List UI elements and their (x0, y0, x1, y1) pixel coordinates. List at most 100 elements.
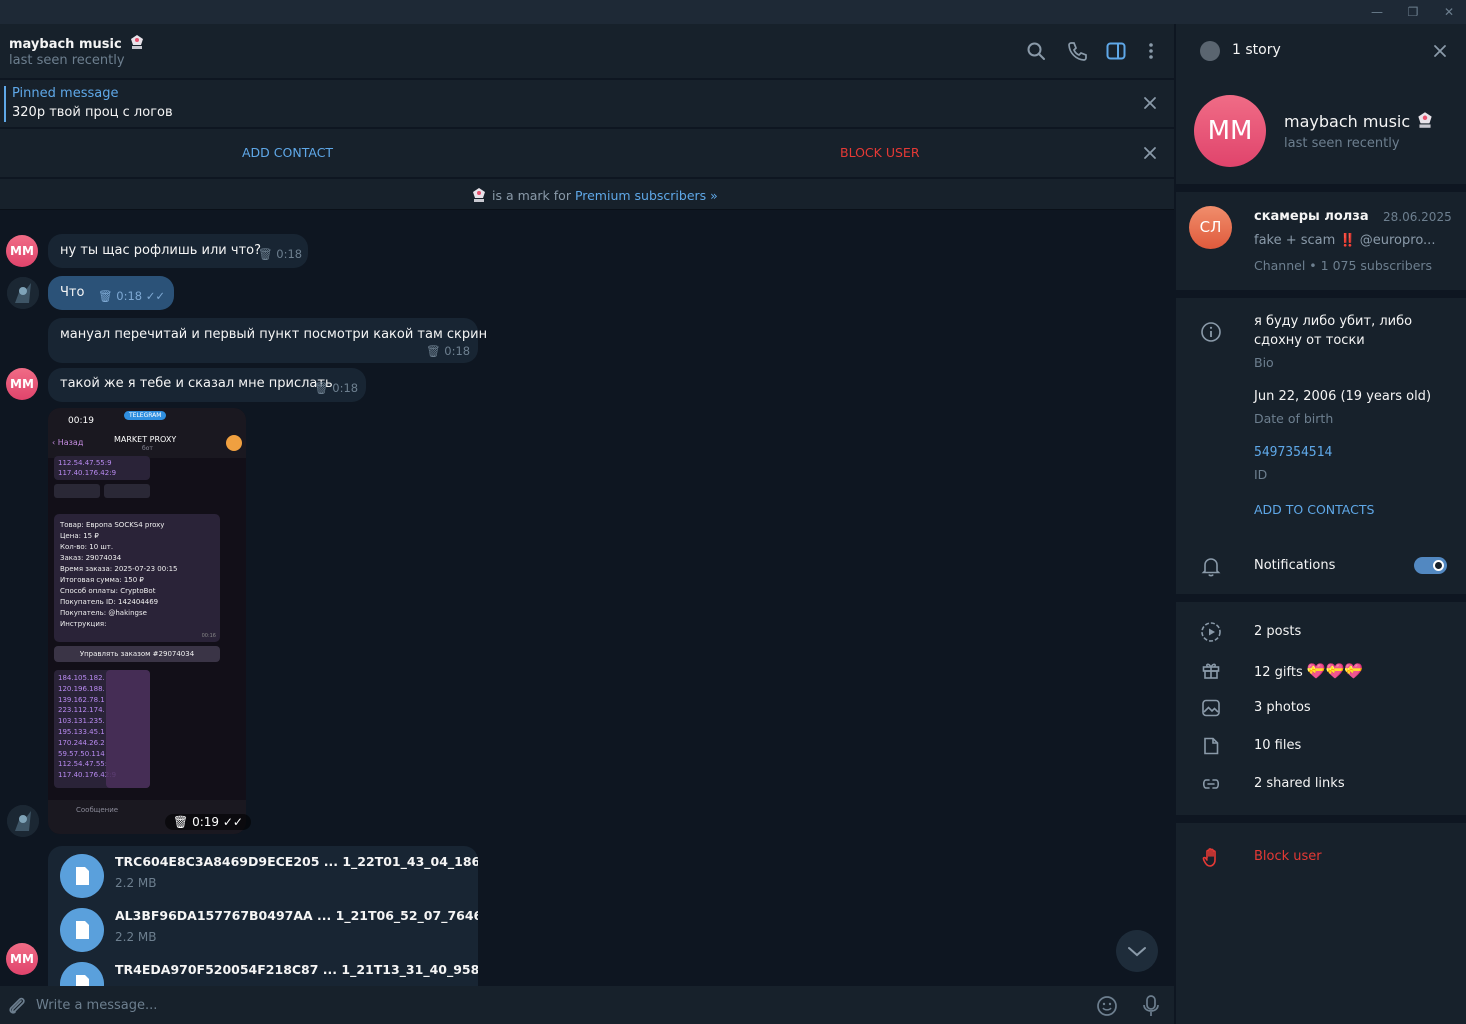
emoji-icon[interactable] (1096, 995, 1118, 1017)
file-row[interactable]: TRC604E8C3A8469D9ECE205 ... 1_22T01_43_0… (48, 848, 478, 902)
user-id-label: ID (1254, 467, 1268, 482)
order-line: Покупатель: @hakingse (60, 609, 147, 617)
message-text: Что (60, 285, 85, 300)
telegram-badge: TELEGRAM (124, 411, 167, 420)
ip-item: 117.40.176.42:9 (58, 469, 117, 477)
message-time: 🗑 0:18 (426, 344, 471, 358)
scroll-down-button[interactable] (1116, 930, 1158, 972)
avatar[interactable]: MM (6, 943, 38, 975)
files-item[interactable]: 10 files (1254, 738, 1301, 753)
back-label: Назад (57, 438, 84, 447)
own-avatar[interactable] (7, 805, 39, 837)
minimize-button[interactable]: — (1359, 2, 1395, 22)
order-card: Товар: Европа SOCKS4 proxy Цена: 15 ₽ Ко… (54, 514, 220, 642)
document-icon[interactable] (60, 854, 104, 898)
file-name: TRC604E8C3A8469D9ECE205 ... 1_22T01_43_0… (115, 854, 478, 869)
shared-links-item[interactable]: 2 shared links (1254, 776, 1345, 791)
section-divider (1176, 184, 1466, 192)
close-pinned-icon[interactable] (1142, 95, 1158, 111)
file-size: 2.2 MB (115, 876, 157, 890)
order-line: Способ оплаты: CryptoBot (60, 587, 156, 595)
order-line: Товар: Европа SOCKS4 proxy (60, 521, 165, 529)
section-divider (1176, 815, 1466, 823)
ip-item: 112.54.47.55:9 (58, 459, 112, 467)
bot-buttons-row (54, 484, 150, 500)
order-line: Инструкция: (60, 620, 107, 628)
screenshot-photo[interactable]: 00:19 TELEGRAM ‹ Назад MARKET PROXY бот … (48, 408, 246, 834)
profile-avatar[interactable]: MM (1194, 95, 1266, 167)
premium-emoji-status-icon (131, 35, 144, 49)
document-icon[interactable] (60, 962, 104, 986)
message-bubble[interactable]: мануал перечитай и первый пункт посмотри… (48, 318, 487, 363)
add-contact-button[interactable]: ADD CONTACT (242, 145, 333, 160)
channel-avatar: СЛ (1189, 206, 1232, 249)
attach-icon[interactable] (6, 995, 28, 1017)
pinned-message[interactable]: Pinned message 320р твой проц с логов (0, 79, 1174, 127)
time-label: 0:19 (192, 815, 220, 829)
chat-header[interactable]: maybach music last seen recently (0, 24, 1174, 78)
restore-button[interactable]: ❐ (1395, 2, 1431, 22)
message-time: 🗑 0:18 (314, 381, 359, 395)
photos-item[interactable]: 3 photos (1254, 700, 1311, 715)
microphone-icon[interactable] (1140, 994, 1162, 1018)
story-avatar[interactable] (1200, 41, 1220, 61)
more-options-icon[interactable] (1140, 40, 1162, 62)
message-text: ну ты щас рофлишь или что? (60, 243, 261, 258)
time-label: 0:18 (276, 247, 303, 261)
block-user-button[interactable]: BLOCK USER (840, 145, 920, 160)
phone-clock: 00:19 (68, 416, 94, 426)
sidebar-toggle-icon[interactable] (1105, 40, 1127, 62)
notifications-toggle[interactable] (1414, 557, 1447, 574)
bio-text-line1: я буду либо убит, либо (1254, 314, 1413, 329)
ip-list-top: 112.54.47.55:9 117.40.176.42:9 (54, 456, 150, 480)
pinned-text: 320р твой проц с логов (12, 105, 173, 120)
message-bubble[interactable]: ну ты щас рофлишь или что? 🗑 0:18 (48, 234, 308, 268)
add-to-contacts-button[interactable]: ADD TO CONTACTS (1254, 502, 1374, 517)
avatar[interactable]: MM (6, 368, 38, 400)
birth-date-label: Date of birth (1254, 411, 1334, 426)
file-row[interactable]: TR4EDA970F520054F218C87 ... 1_21T13_31_4… (48, 956, 478, 986)
gifts-item[interactable]: 12 gifts 💝💝💝 (1254, 662, 1363, 680)
search-icon[interactable] (1025, 40, 1047, 62)
window-close-button[interactable]: ✕ (1431, 2, 1466, 22)
file-message[interactable]: TRC604E8C3A8469D9ECE205 ... 1_22T01_43_0… (48, 846, 478, 986)
order-time: 00:16 (201, 633, 216, 639)
message-bubble[interactable]: такой же я тебе и сказал мне прислать 🗑 … (48, 368, 366, 402)
posts-item[interactable]: 2 posts (1254, 624, 1301, 639)
premium-subscribers-link[interactable]: Premium subscribers » (575, 188, 718, 203)
profile-name: maybach music (1284, 110, 1435, 131)
premium-emoji-status-icon (473, 188, 485, 202)
stories-count[interactable]: 1 story (1232, 42, 1281, 58)
chat-title: maybach music (9, 33, 146, 52)
bot-title: MARKET PROXY (114, 435, 177, 444)
profile-status: last seen recently (1284, 136, 1400, 151)
phone-input-placeholder: Сообщение (76, 806, 119, 814)
chat-panel: maybach music last seen recently Pinned … (0, 24, 1174, 1024)
close-sidebar-icon[interactable] (1432, 43, 1448, 59)
file-row[interactable]: AL3BF96DA157767B0497AA ... 1_21T06_52_07… (48, 902, 478, 956)
order-line: Итоговая сумма: 150 ₽ (60, 576, 144, 584)
message-bubble[interactable]: Что 🗑 0:18 ✓✓ (48, 276, 174, 310)
phone-icon[interactable] (1066, 40, 1088, 62)
message-input[interactable] (36, 992, 1076, 1018)
notifications-label: Notifications (1254, 558, 1336, 573)
link-icon (1202, 779, 1220, 789)
channel-name: скамеры лолза (1254, 209, 1369, 224)
close-action-bar-icon[interactable] (1142, 145, 1158, 161)
file-name: AL3BF96DA157767B0497AA ... 1_21T06_52_07… (115, 908, 478, 923)
channel-meta: Channel • 1 075 subscribers (1254, 258, 1433, 273)
message-time: 🗑 0:18 (258, 247, 303, 261)
order-line: Цена: 15 ₽ (60, 532, 99, 540)
order-line: Покупатель ID: 142404469 (60, 598, 159, 606)
stories-icon (1201, 622, 1221, 642)
own-avatar[interactable] (7, 277, 39, 309)
user-id-value[interactable]: 5497354514 (1254, 445, 1332, 460)
toggle-knob (1433, 560, 1444, 571)
block-user-sidebar-button[interactable]: Block user (1254, 849, 1322, 864)
avatar[interactable]: MM (6, 235, 38, 267)
personal-channel[interactable]: СЛ скамеры лолза 28.06.2025 fake + scam … (1176, 192, 1466, 288)
file-size: 2.2 MB (115, 930, 157, 944)
pinned-title: Pinned message (12, 86, 119, 101)
birth-date-value: Jun 22, 2006 (19 years old) (1254, 389, 1432, 404)
document-icon[interactable] (60, 908, 104, 952)
